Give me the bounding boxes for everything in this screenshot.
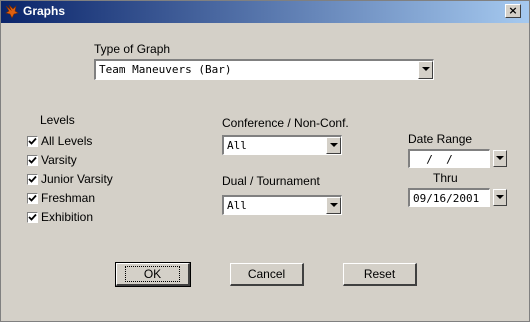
ok-label: OK — [124, 266, 181, 282]
check-icon[interactable] — [27, 136, 38, 147]
dual-dropdown[interactable]: All — [222, 195, 342, 215]
title-bar[interactable]: Graphs × — [1, 1, 529, 23]
date-from-value: / / — [413, 153, 453, 166]
check-icon[interactable] — [27, 174, 38, 185]
conference-dropdown[interactable]: All — [222, 135, 342, 155]
graph-type-label: Type of Graph — [94, 42, 171, 56]
graph-type-dropdown[interactable]: Team Maneuvers (Bar) — [94, 59, 434, 80]
conference-label: Conference / Non-Conf. — [222, 116, 349, 130]
date-thru-picker-button[interactable] — [493, 189, 507, 206]
reset-label: Reset — [363, 267, 396, 281]
checkbox-label: Junior Varsity — [41, 172, 113, 186]
graph-type-value: Team Maneuvers (Bar) — [99, 63, 232, 76]
levels-label: Levels — [40, 113, 75, 127]
checkbox-label: Varsity — [41, 153, 77, 167]
close-button[interactable]: × — [505, 4, 521, 18]
check-icon[interactable] — [27, 193, 38, 204]
conference-value: All — [227, 139, 247, 152]
chevron-down-icon[interactable] — [326, 197, 341, 214]
check-icon[interactable] — [27, 155, 38, 166]
cancel-button[interactable]: Cancel — [230, 263, 304, 286]
checkbox-label: Freshman — [41, 191, 96, 205]
window-title: Graphs — [23, 4, 66, 18]
chevron-down-icon[interactable] — [418, 61, 433, 79]
cancel-label: Cancel — [247, 267, 286, 281]
date-from-picker-button[interactable] — [493, 150, 507, 167]
date-thru-field[interactable]: 09/16/2001 — [408, 188, 490, 207]
close-icon: × — [508, 4, 518, 17]
dual-value: All — [227, 199, 247, 212]
date-thru-value: 09/16/2001 — [413, 192, 480, 205]
app-icon — [5, 4, 19, 19]
date-from-field[interactable]: / / — [408, 149, 490, 168]
dual-label: Dual / Tournament — [222, 174, 320, 188]
ok-button[interactable]: OK — [115, 262, 191, 287]
thru-label: Thru — [433, 171, 458, 185]
graphs-window: Graphs × Type of Graph Team Maneuvers (B… — [0, 0, 530, 322]
check-icon[interactable] — [27, 212, 38, 223]
chevron-down-icon[interactable] — [326, 137, 341, 154]
checkbox-label: Exhibition — [41, 210, 94, 224]
checkbox-label: All Levels — [41, 134, 93, 148]
reset-button[interactable]: Reset — [343, 263, 417, 286]
date-range-label: Date Range — [408, 132, 473, 146]
